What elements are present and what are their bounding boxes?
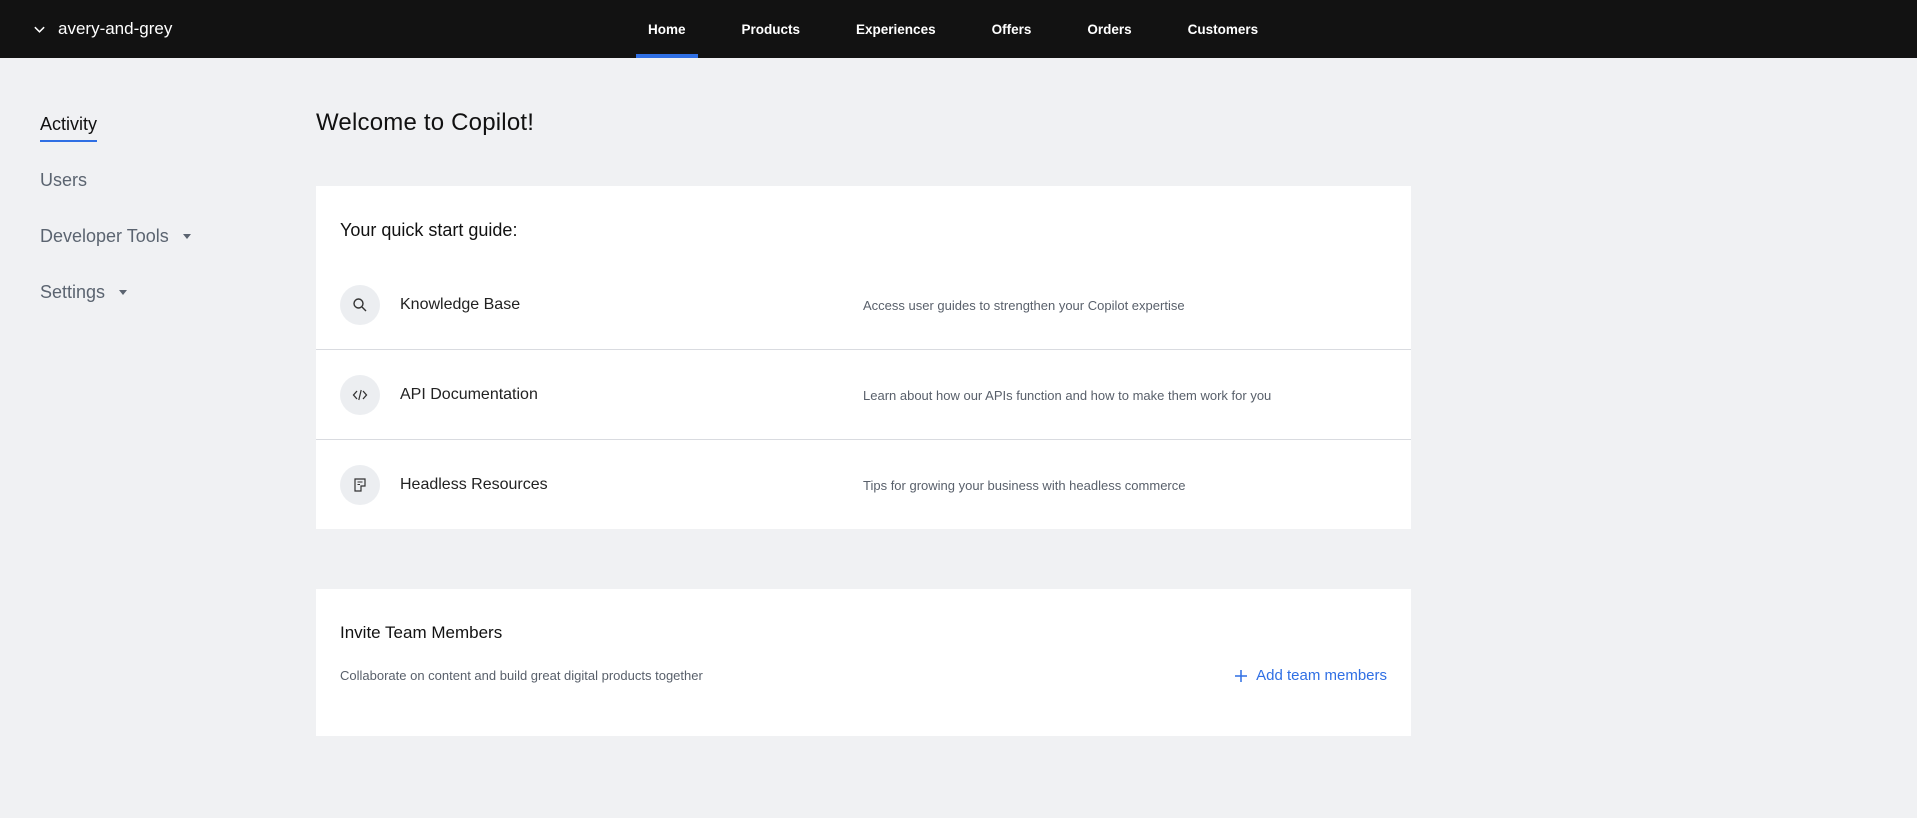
caret-down-icon — [182, 233, 191, 239]
nav-products[interactable]: Products — [730, 0, 813, 58]
add-team-members-button[interactable]: Add team members — [1234, 667, 1387, 684]
add-team-members-label: Add team members — [1256, 667, 1387, 684]
search-icon — [340, 285, 380, 325]
chevron-down-icon — [34, 26, 45, 33]
nav-experiences[interactable]: Experiences — [844, 0, 948, 58]
sidebar: Activity Users Developer Tools Settings — [40, 96, 260, 320]
main-nav: Home Products Experiences Offers Orders … — [636, 0, 1302, 58]
nav-orders[interactable]: Orders — [1075, 0, 1143, 58]
top-navigation-bar: avery-and-grey Home Products Experiences… — [0, 0, 1917, 58]
org-switcher[interactable]: avery-and-grey — [33, 18, 172, 40]
sidebar-item-label: Settings — [40, 281, 106, 302]
guide-row-headless-resources[interactable]: Headless Resources Tips for growing your… — [316, 440, 1411, 530]
sidebar-item-label: Developer Tools — [40, 225, 169, 246]
nav-offers[interactable]: Offers — [980, 0, 1044, 58]
nav-home[interactable]: Home — [636, 0, 698, 58]
sidebar-item-activity[interactable]: Activity — [40, 96, 260, 152]
sidebar-item-label: Users — [40, 169, 88, 190]
invite-heading: Invite Team Members — [340, 623, 503, 642]
sidebar-item-label: Activity — [40, 114, 98, 142]
guide-row-desc: Tips for growing your business with head… — [863, 477, 1186, 493]
code-icon — [340, 375, 380, 415]
guide-row-desc: Learn about how our APIs function and ho… — [863, 387, 1272, 403]
guide-row-desc: Access user guides to strengthen your Co… — [863, 297, 1185, 313]
sidebar-item-settings[interactable]: Settings — [40, 264, 260, 320]
caret-down-icon — [119, 289, 128, 295]
nav-customers[interactable]: Customers — [1176, 0, 1271, 58]
page-title: Welcome to Copilot! — [316, 109, 535, 136]
invite-team-card: Invite Team Members Collaborate on conte… — [316, 589, 1411, 736]
sidebar-item-users[interactable]: Users — [40, 152, 260, 208]
document-icon — [340, 465, 380, 505]
quick-start-heading: Your quick start guide: — [340, 220, 518, 240]
guide-row-title: API Documentation — [400, 386, 538, 403]
guide-row-api-documentation[interactable]: API Documentation Learn about how our AP… — [316, 350, 1411, 440]
sidebar-item-developer-tools[interactable]: Developer Tools — [40, 208, 260, 264]
plus-icon — [1235, 669, 1248, 682]
guide-row-knowledge-base[interactable]: Knowledge Base Access user guides to str… — [316, 260, 1411, 350]
org-name: avery-and-grey — [58, 19, 173, 38]
invite-description: Collaborate on content and build great d… — [340, 668, 703, 683]
guide-row-title: Knowledge Base — [400, 296, 521, 313]
guide-row-title: Headless Resources — [400, 476, 548, 493]
